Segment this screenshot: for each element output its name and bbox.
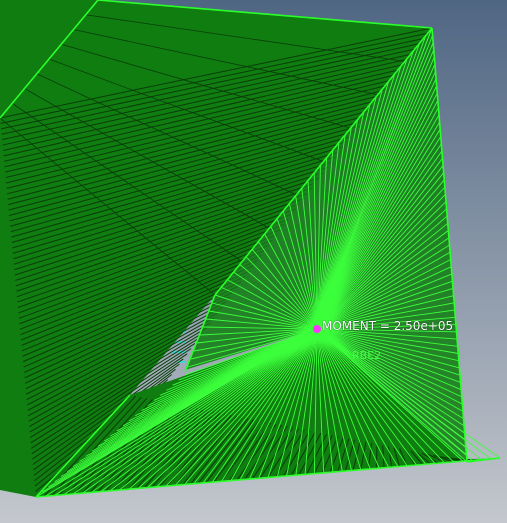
model-view[interactable] [0, 0, 507, 523]
graphics-viewport[interactable]: MOMENT = 2.50e+05 RBE2 [0, 0, 507, 523]
moment-load-label: MOMENT = 2.50e+05 [322, 319, 454, 333]
independent-node-marker[interactable] [313, 325, 321, 333]
rbe2-element-label: RBE2 [352, 349, 382, 362]
